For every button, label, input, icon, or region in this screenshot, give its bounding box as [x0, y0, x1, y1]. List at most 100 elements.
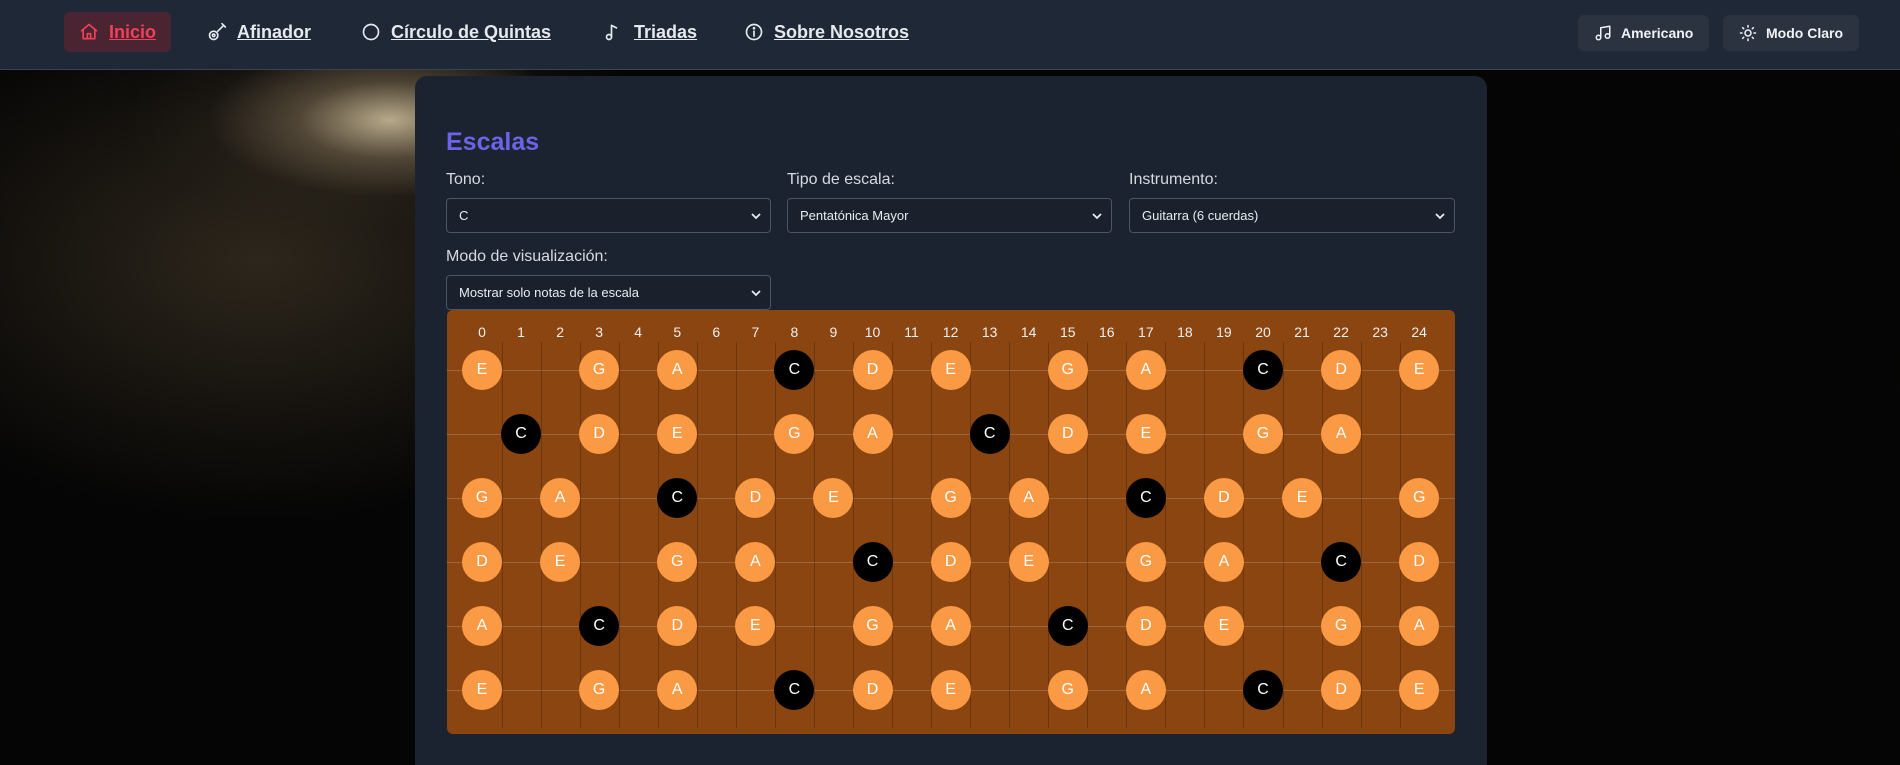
- scale-note-marker[interactable]: A: [462, 606, 502, 646]
- scale-note-marker[interactable]: D: [1047, 414, 1088, 454]
- scale-note-marker[interactable]: E: [1399, 670, 1440, 710]
- scale-type-select-value: Pentatónica Mayor: [800, 208, 909, 223]
- scale-note-marker[interactable]: G: [1321, 606, 1362, 646]
- scale-note-marker[interactable]: A: [540, 478, 581, 518]
- fret-number: 2: [556, 324, 564, 340]
- scale-note-marker[interactable]: D: [657, 606, 698, 646]
- scale-note-marker[interactable]: D: [930, 542, 971, 582]
- fret-line: [774, 342, 776, 728]
- scale-note-marker[interactable]: D: [1321, 350, 1362, 390]
- fret-number: 0: [478, 324, 486, 340]
- display-mode-select[interactable]: Mostrar solo notas de la escala: [446, 275, 771, 310]
- fret-line: [931, 342, 933, 728]
- scale-note-marker[interactable]: G: [579, 350, 620, 390]
- fret-line: [1243, 342, 1245, 728]
- scale-note-marker[interactable]: A: [1399, 606, 1440, 646]
- nav-item-label: Triadas: [634, 21, 698, 42]
- scale-note-marker[interactable]: G: [1047, 670, 1088, 710]
- music-notes-icon: [1595, 25, 1611, 41]
- circle-icon: [362, 23, 380, 41]
- scale-note-marker[interactable]: A: [1203, 542, 1244, 582]
- root-note-marker[interactable]: C: [969, 414, 1010, 454]
- scale-note-marker[interactable]: A: [1125, 350, 1166, 390]
- root-note-marker[interactable]: C: [852, 542, 893, 582]
- nav-item-triadas[interactable]: Triadas: [589, 12, 712, 52]
- fret-number: 3: [595, 324, 604, 340]
- root-note-marker[interactable]: C: [1047, 606, 1088, 646]
- root-note-marker[interactable]: C: [1243, 670, 1283, 710]
- root-note-marker[interactable]: C: [579, 606, 620, 646]
- fret-line: [1360, 342, 1362, 728]
- fret-line: [618, 342, 620, 728]
- root-note-marker[interactable]: C: [1125, 478, 1166, 518]
- scale-note-marker[interactable]: A: [657, 350, 698, 390]
- display-mode-select-value: Mostrar solo notas de la escala: [459, 285, 639, 300]
- scale-note-marker[interactable]: E: [930, 670, 971, 710]
- scale-note-marker[interactable]: G: [930, 478, 971, 518]
- scale-note-marker[interactable]: D: [1399, 542, 1440, 582]
- scale-note-marker[interactable]: E: [1125, 414, 1166, 454]
- scale-note-marker[interactable]: G: [657, 542, 698, 582]
- nav-item-afinador[interactable]: Afinador: [192, 12, 326, 52]
- scale-note-marker[interactable]: E: [1282, 478, 1323, 518]
- scale-note-marker[interactable]: G: [462, 478, 502, 518]
- theme-toggle-button[interactable]: Modo Claro: [1723, 15, 1859, 51]
- fret-number: 21: [1294, 324, 1310, 340]
- scale-note-marker[interactable]: A: [1008, 478, 1049, 518]
- key-select[interactable]: C: [446, 198, 771, 233]
- fret-line: [813, 342, 815, 728]
- scale-note-marker[interactable]: E: [657, 414, 698, 454]
- chevron-down-icon: [751, 290, 761, 297]
- scale-note-marker[interactable]: E: [462, 670, 502, 710]
- root-note-marker[interactable]: C: [1321, 542, 1362, 582]
- fret-number: 16: [1099, 324, 1115, 340]
- scale-note-marker[interactable]: A: [657, 670, 698, 710]
- fret-number: 5: [673, 324, 682, 340]
- fret-number: 6: [712, 324, 721, 340]
- fret-number: 17: [1138, 324, 1154, 340]
- scale-note-marker[interactable]: D: [579, 414, 620, 454]
- scale-note-marker[interactable]: E: [1008, 542, 1049, 582]
- scale-note-marker[interactable]: D: [1321, 670, 1362, 710]
- notation-toggle-button[interactable]: Americano: [1578, 15, 1710, 51]
- scale-note-marker[interactable]: G: [1399, 478, 1440, 518]
- scale-note-marker[interactable]: E: [1399, 350, 1440, 390]
- scale-note-marker[interactable]: D: [852, 350, 893, 390]
- root-note-marker[interactable]: C: [501, 414, 542, 454]
- fret-number: 10: [864, 324, 881, 340]
- scale-note-marker[interactable]: G: [579, 670, 620, 710]
- scale-note-marker[interactable]: E: [930, 350, 971, 390]
- scale-note-marker[interactable]: D: [1125, 606, 1166, 646]
- scale-type-select[interactable]: Pentatónica Mayor: [787, 198, 1112, 233]
- scale-note-marker[interactable]: G: [1047, 350, 1088, 390]
- fret-line: [970, 342, 972, 728]
- scale-type-label: Tipo de escala:: [787, 171, 895, 188]
- instrument-select[interactable]: Guitarra (6 cuerdas): [1129, 198, 1455, 233]
- fret-number: 12: [942, 324, 959, 340]
- scale-note-marker[interactable]: E: [540, 542, 581, 582]
- scale-note-marker[interactable]: E: [1203, 606, 1244, 646]
- nav-item-inicio[interactable]: Inicio: [64, 12, 172, 52]
- scale-note-marker[interactable]: E: [462, 350, 502, 390]
- scale-note-marker[interactable]: A: [852, 414, 893, 454]
- fret-number: 18: [1177, 324, 1193, 340]
- nav-item-sobre-nosotros[interactable]: Sobre Nosotros: [729, 12, 924, 52]
- scale-note-marker[interactable]: A: [930, 606, 971, 646]
- instrument-select-value: Guitarra (6 cuerdas): [1142, 208, 1259, 223]
- fret-line: [1321, 342, 1323, 728]
- scale-note-marker[interactable]: G: [852, 606, 893, 646]
- fret-line: [1126, 342, 1128, 728]
- nav-item-circulo-de-quintas[interactable]: Círculo de Quintas: [346, 12, 566, 52]
- root-note-marker[interactable]: C: [1243, 350, 1283, 390]
- scale-note-marker[interactable]: D: [1203, 478, 1244, 518]
- fret-number: 19: [1216, 324, 1232, 340]
- root-note-marker[interactable]: C: [657, 478, 698, 518]
- scale-note-marker[interactable]: G: [1243, 414, 1283, 454]
- nav-item-label: Sobre Nosotros: [774, 21, 910, 42]
- scale-note-marker[interactable]: A: [1321, 414, 1362, 454]
- scale-note-marker[interactable]: D: [852, 670, 893, 710]
- scale-note-marker[interactable]: A: [1125, 670, 1166, 710]
- scale-note-marker[interactable]: D: [462, 542, 502, 582]
- fret-number: 14: [1020, 324, 1037, 340]
- scale-note-marker[interactable]: G: [1125, 542, 1166, 582]
